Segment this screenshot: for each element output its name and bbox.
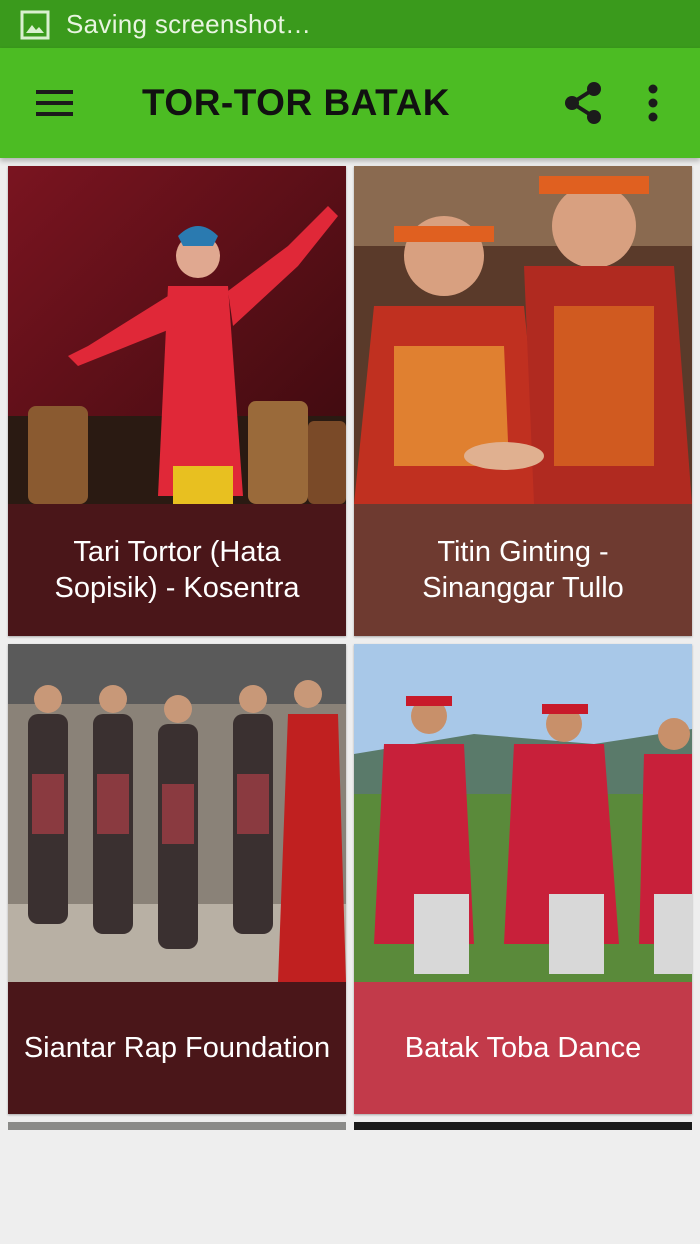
video-card-3[interactable]: Siantar Rap Foundation [8,644,346,1114]
video-thumbnail-1 [8,166,346,504]
app-title: TOR-TOR BATAK [142,82,450,123]
image-icon [20,10,50,40]
video-card-5-partial[interactable] [8,1122,346,1130]
status-bar: Saving screenshot… [0,0,700,48]
more-vert-icon[interactable] [632,80,674,126]
video-title: Batak Toba Dance [354,982,692,1114]
video-title: Tari Tortor (Hata Sopisik) - Kosentra [8,504,346,636]
video-thumbnail-3 [8,644,346,982]
video-thumbnail-4 [354,644,692,982]
video-thumbnail-2 [354,166,692,504]
video-card-1[interactable]: Tari Tortor (Hata Sopisik) - Kosentra [8,166,346,636]
video-card-2[interactable]: Titin Ginting - Sinanggar Tullo [354,166,692,636]
hamburger-menu-icon[interactable] [30,78,80,128]
video-card-6-partial[interactable] [354,1122,692,1130]
video-card-4[interactable]: Batak Toba Dance [354,644,692,1114]
video-grid: Tari Tortor (Hata Sopisik) - Kosentra Ti… [0,158,700,1130]
video-title: Titin Ginting - Sinanggar Tullo [354,504,692,636]
video-title: Siantar Rap Foundation [8,982,346,1114]
empty-area [0,1130,700,1244]
app-bar: TOR-TOR BATAK [0,48,700,158]
status-notification-text: Saving screenshot… [66,9,312,39]
share-icon[interactable] [562,80,606,126]
